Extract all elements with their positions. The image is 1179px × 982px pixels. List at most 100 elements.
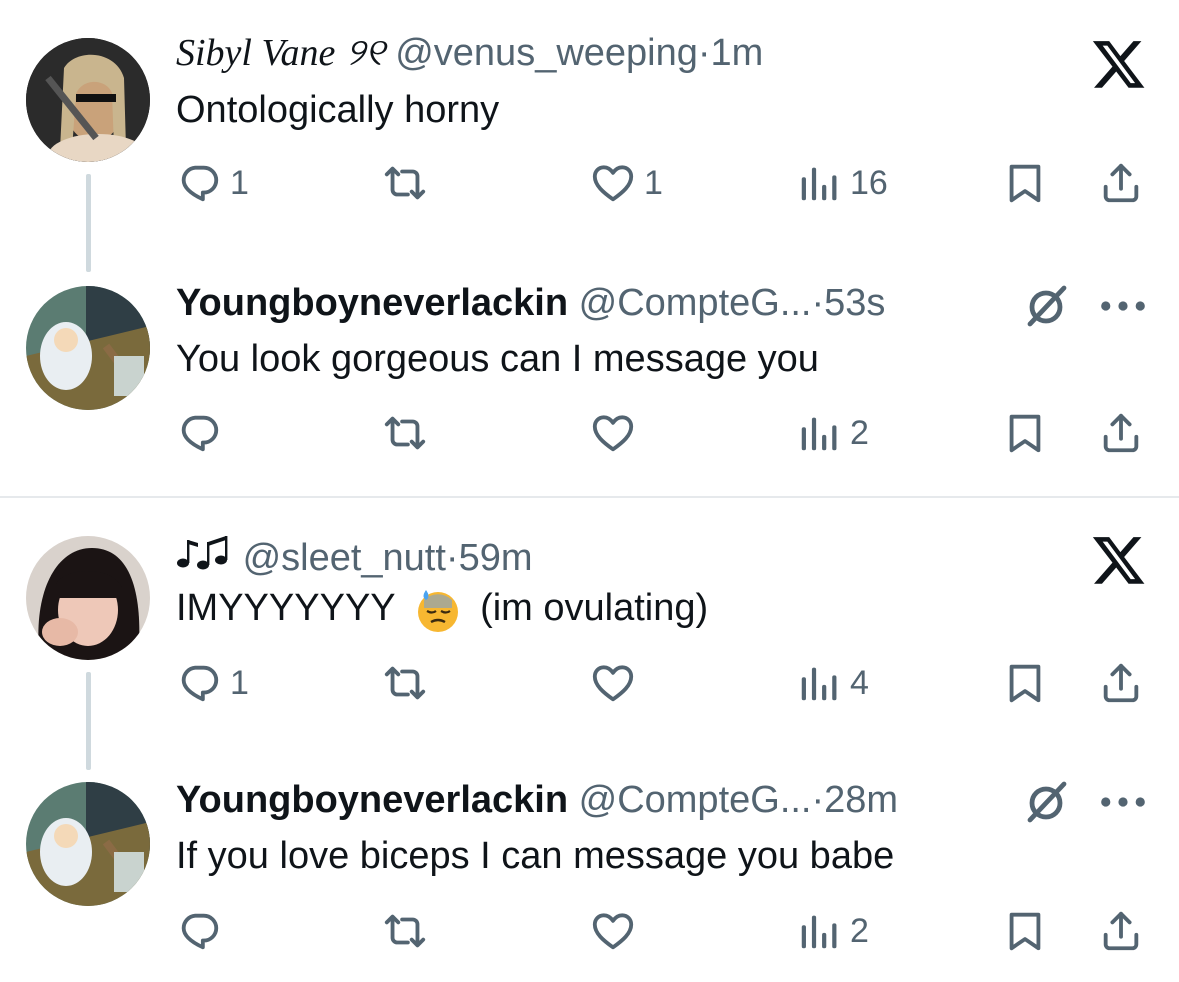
repost-button[interactable] (382, 408, 428, 458)
action-bar: 2 (176, 408, 1156, 458)
heart-icon (590, 908, 636, 954)
separator-dot: · (811, 779, 825, 821)
repost-button[interactable] (382, 158, 428, 208)
share-icon (1098, 660, 1144, 706)
separator-dot: · (697, 32, 711, 74)
separator-dot: · (445, 537, 459, 579)
reply-button[interactable] (176, 408, 222, 458)
tweet-reply[interactable]: Youngboyneverlackin @CompteG...·28m If y… (0, 756, 1179, 982)
like-button[interactable] (590, 658, 636, 708)
action-bar: 2 (176, 906, 1156, 956)
views-icon (796, 160, 842, 206)
tweet-header: @sleet_nutt·59m (176, 530, 533, 581)
bookmark-button[interactable] (1002, 658, 1048, 708)
display-name[interactable]: Youngboyneverlackin (176, 779, 568, 821)
reply-count: 1 (230, 163, 249, 202)
tweet-text: If you love biceps I can message you bab… (176, 835, 895, 877)
bookmark-icon (1002, 160, 1048, 206)
tweet-original[interactable]: Sibyl Vane ୨୧ @venus_weeping·1m Ontologi… (0, 0, 1179, 260)
like-count: 1 (644, 163, 663, 202)
reply-icon (176, 410, 222, 456)
tweet-text: IMYYYYYYY (im ovulating) (176, 585, 708, 634)
action-bar: 1 1 16 (176, 158, 1156, 208)
name-glyph: ୨୧ (345, 32, 385, 74)
repost-icon (382, 660, 428, 706)
views-count: 2 (850, 911, 869, 950)
handle[interactable]: @CompteG... (579, 282, 812, 324)
views-count: 16 (850, 163, 888, 202)
repost-icon (382, 410, 428, 456)
x-logo-icon (1091, 532, 1147, 588)
timestamp[interactable]: 59m (459, 537, 533, 579)
x-logo-icon (1091, 36, 1147, 92)
reply-count: 1 (230, 663, 249, 702)
reply-button[interactable]: 1 (176, 158, 249, 208)
avatar[interactable] (26, 286, 150, 410)
share-button[interactable] (1098, 408, 1144, 458)
tweet-header: Youngboyneverlackin @CompteG...·28m (176, 777, 898, 823)
thread-2: @sleet_nutt·59m IMYYYYYYY (im ovulating)… (0, 498, 1179, 982)
bookmark-button[interactable] (1002, 408, 1048, 458)
share-button[interactable] (1098, 658, 1144, 708)
display-name[interactable]: Youngboyneverlackin (176, 282, 568, 324)
heart-icon (590, 660, 636, 706)
reply-button[interactable]: 1 (176, 658, 249, 708)
musical-notes-icon (177, 536, 228, 570)
thread-1: Sibyl Vane ୨୧ @venus_weeping·1m Ontologi… (0, 0, 1179, 497)
like-button[interactable]: 1 (590, 158, 663, 208)
share-button[interactable] (1098, 158, 1144, 208)
views-button[interactable]: 16 (796, 158, 888, 208)
separator-dot: · (811, 282, 825, 324)
tweet-header: Sibyl Vane ୨୧ @venus_weeping·1m (176, 30, 763, 76)
reply-icon (176, 160, 222, 206)
views-button[interactable]: 4 (796, 658, 869, 708)
share-icon (1098, 908, 1144, 954)
like-button[interactable] (590, 408, 636, 458)
avatar[interactable] (26, 782, 150, 906)
share-icon (1098, 160, 1144, 206)
grok-icon[interactable] (1022, 282, 1070, 330)
timestamp[interactable]: 1m (711, 32, 764, 74)
tweet-reply[interactable]: Youngboyneverlackin @CompteG...·53s You … (0, 260, 1179, 496)
handle[interactable]: @CompteG... (579, 779, 812, 821)
tweet-text-aside: (im ovulating) (480, 587, 709, 629)
reply-icon (176, 660, 222, 706)
handle[interactable]: @sleet_nutt (243, 537, 446, 579)
avatar[interactable] (26, 536, 150, 660)
views-count: 4 (850, 663, 869, 702)
tweet-text-main: IMYYYYYYY (176, 587, 395, 629)
downcast-face-with-sweat-emoji (417, 589, 458, 632)
bookmark-button[interactable] (1002, 906, 1048, 956)
action-bar: 1 4 (176, 658, 1156, 708)
avatar[interactable] (26, 38, 150, 162)
bookmark-button[interactable] (1002, 158, 1048, 208)
grok-icon[interactable] (1022, 778, 1070, 826)
like-button[interactable] (590, 906, 636, 956)
tweet-text: You look gorgeous can I message you (176, 338, 819, 380)
tweet-text: Ontologically horny (176, 89, 500, 131)
views-button[interactable]: 2 (796, 906, 869, 956)
reply-button[interactable] (176, 906, 222, 956)
repost-button[interactable] (382, 906, 428, 956)
timestamp[interactable]: 28m (824, 779, 898, 821)
tweet-original[interactable]: @sleet_nutt·59m IMYYYYYYY (im ovulating)… (0, 498, 1179, 756)
display-name[interactable]: Sibyl Vane (176, 32, 335, 74)
timestamp[interactable]: 53s (824, 282, 885, 324)
tweet-header: Youngboyneverlackin @CompteG...·53s (176, 280, 885, 326)
more-options-icon[interactable] (1100, 792, 1146, 812)
views-icon (796, 410, 842, 456)
repost-icon (382, 160, 428, 206)
handle[interactable]: @venus_weeping (395, 32, 698, 74)
reply-icon (176, 908, 222, 954)
bookmark-icon (1002, 908, 1048, 954)
more-options-icon[interactable] (1100, 296, 1146, 316)
views-count: 2 (850, 413, 869, 452)
heart-icon (590, 410, 636, 456)
bookmark-icon (1002, 410, 1048, 456)
thread-connector (86, 174, 91, 272)
repost-icon (382, 908, 428, 954)
views-button[interactable]: 2 (796, 408, 869, 458)
repost-button[interactable] (382, 658, 428, 708)
share-button[interactable] (1098, 906, 1144, 956)
heart-icon (590, 160, 636, 206)
